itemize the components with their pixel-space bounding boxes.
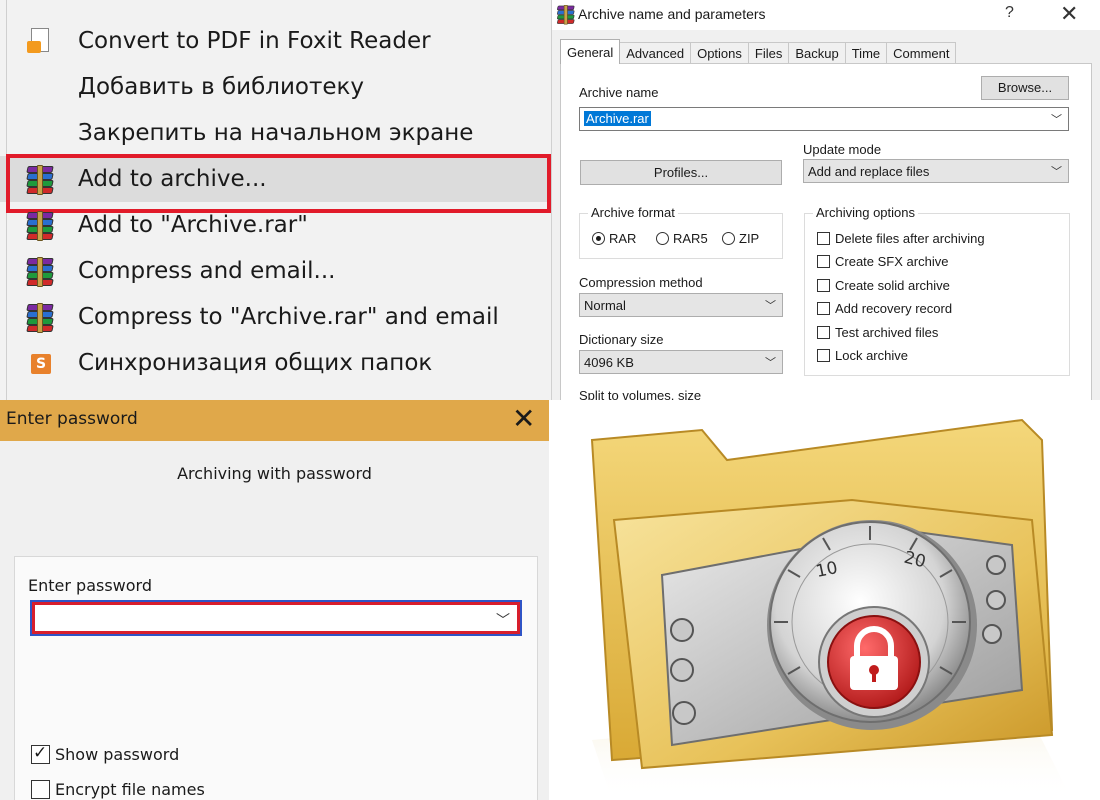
- dialog-titlebar: Archive name and parameters ? ✕: [552, 0, 1100, 30]
- update-mode-value: Add and replace files: [808, 164, 930, 179]
- tab-bar: General Advanced Options Files Backup Ti…: [560, 39, 957, 64]
- tab-options[interactable]: Options: [690, 42, 749, 64]
- dictionary-size-select[interactable]: 4096 KB ﹀: [579, 350, 783, 374]
- archive-format-group: Archive format RAR RAR5 ZIP: [579, 205, 783, 259]
- password-dialog: Enter password ✕ Archiving with password…: [0, 400, 549, 800]
- menu-item-add-to-archive[interactable]: Add to archive...: [0, 154, 551, 213]
- radio-zip-label: ZIP: [739, 231, 760, 246]
- password-field-label: Enter password: [28, 576, 152, 595]
- checkbox-recovery-record[interactable]: [817, 302, 830, 315]
- menu-item-sync-folders[interactable]: S Синхронизация общих папок: [0, 340, 551, 386]
- menu-item-label: Add to "Archive.rar": [78, 212, 308, 238]
- update-mode-select[interactable]: Add and replace files ﹀: [803, 159, 1069, 183]
- menu-item-label: Compress to "Archive.rar" and email: [78, 304, 499, 330]
- radio-rar[interactable]: [592, 232, 605, 245]
- highlight-frame: [32, 602, 520, 634]
- archiving-options-group: Archiving options Delete files after arc…: [804, 205, 1070, 376]
- password-subtitle: Archiving with password: [177, 464, 372, 483]
- menu-item-convert-pdf[interactable]: Convert to PDF in Foxit Reader: [0, 18, 551, 64]
- chevron-down-icon: ﹀: [1051, 166, 1062, 178]
- checkbox-test-archived[interactable]: [817, 326, 830, 339]
- tab-files[interactable]: Files: [747, 42, 790, 64]
- option-test-archived-label: Test archived files: [835, 325, 939, 340]
- profiles-button[interactable]: Profiles...: [580, 160, 782, 185]
- split-volumes-label: Split to volumes, size: [579, 388, 702, 400]
- dialog-title: Archive name and parameters: [578, 6, 766, 22]
- close-button[interactable]: ✕: [512, 402, 535, 435]
- compression-method-value: Normal: [584, 298, 626, 313]
- sync-icon: S: [25, 349, 55, 379]
- checkbox-create-sfx[interactable]: [817, 255, 830, 268]
- chevron-down-icon: ﹀: [765, 357, 776, 369]
- help-button[interactable]: ?: [1005, 4, 1014, 22]
- radio-rar5-label: RAR5: [673, 231, 708, 246]
- winrar-icon: [25, 303, 55, 333]
- checkbox-solid-archive[interactable]: [817, 279, 830, 292]
- winrar-icon: [25, 257, 55, 287]
- encrypt-file-names-checkbox[interactable]: [31, 780, 50, 799]
- tab-time[interactable]: Time: [844, 42, 888, 64]
- checkmark-icon: ✓: [33, 743, 48, 763]
- close-button[interactable]: ✕: [1060, 1, 1078, 27]
- archive-name-value: Archive.rar: [584, 111, 651, 126]
- locked-folder-illustration: 10 20: [552, 400, 1100, 800]
- checkbox-delete-files[interactable]: [817, 232, 830, 245]
- chevron-down-icon: ﹀: [765, 300, 776, 312]
- archive-name-combo[interactable]: Archive.rar ﹀: [579, 107, 1069, 131]
- option-solid-archive-label: Create solid archive: [835, 278, 950, 293]
- menu-item-label: Compress and email...: [78, 258, 336, 284]
- radio-rar5[interactable]: [656, 232, 669, 245]
- option-delete-files-label: Delete files after archiving: [835, 231, 985, 246]
- menu-item-compress-to-rar-email[interactable]: Compress to "Archive.rar" and email: [0, 294, 551, 340]
- compression-method-select[interactable]: Normal ﹀: [579, 293, 783, 317]
- winrar-icon: [25, 211, 55, 241]
- general-tab-panel: Archive name Browse... Archive.rar ﹀ Upd…: [560, 63, 1092, 400]
- compression-method-label: Compression method: [579, 275, 703, 290]
- chevron-down-icon: ﹀: [1051, 114, 1062, 126]
- menu-item-add-to-archive-rar[interactable]: Add to "Archive.rar": [0, 202, 551, 248]
- checkbox-lock-archive[interactable]: [817, 349, 830, 362]
- encrypt-file-names-label: Encrypt file names: [55, 780, 205, 799]
- menu-item-label: Синхронизация общих папок: [78, 350, 433, 376]
- option-create-sfx-label: Create SFX archive: [835, 254, 949, 269]
- locked-folder-icon: [590, 418, 1072, 800]
- dictionary-size-label: Dictionary size: [579, 332, 664, 347]
- menu-item-label: Convert to PDF in Foxit Reader: [78, 28, 431, 54]
- archive-format-label: Archive format: [588, 205, 678, 220]
- radio-rar-label: RAR: [609, 231, 637, 246]
- password-titlebar: Enter password ✕: [0, 400, 549, 441]
- radio-zip[interactable]: [722, 232, 735, 245]
- menu-item-compress-email[interactable]: Compress and email...: [0, 248, 551, 294]
- show-password-checkbox[interactable]: ✓: [31, 743, 50, 764]
- option-lock-archive-label: Lock archive: [835, 348, 908, 363]
- foxit-pdf-icon: [25, 27, 55, 57]
- tab-advanced[interactable]: Advanced: [619, 42, 692, 64]
- tab-backup[interactable]: Backup: [788, 42, 846, 64]
- chevron-down-icon[interactable]: ﹀: [496, 610, 510, 630]
- browse-button[interactable]: Browse...: [981, 76, 1069, 100]
- archive-name-label: Archive name: [579, 85, 659, 100]
- context-menu: Convert to PDF in Foxit Reader Добавить …: [0, 0, 552, 400]
- show-password-label: Show password: [55, 745, 180, 764]
- password-dialog-title: Enter password: [6, 409, 138, 429]
- archiving-options-label: Archiving options: [813, 205, 918, 220]
- tab-general[interactable]: General: [560, 39, 621, 64]
- menu-item-label: Добавить в библиотеку: [78, 74, 365, 100]
- update-mode-label: Update mode: [803, 142, 882, 157]
- tab-comment[interactable]: Comment: [886, 42, 957, 64]
- dictionary-size-value: 4096 KB: [584, 355, 634, 370]
- winrar-icon: [556, 5, 576, 25]
- menu-item-pin-to-start[interactable]: Закрепить на начальном экране: [0, 110, 551, 156]
- option-recovery-record-label: Add recovery record: [835, 301, 953, 316]
- menu-item-add-to-library[interactable]: Добавить в библиотеку: [0, 64, 551, 110]
- menu-item-label: Закрепить на начальном экране: [78, 120, 474, 146]
- archive-dialog: Archive name and parameters ? ✕ General …: [552, 0, 1100, 400]
